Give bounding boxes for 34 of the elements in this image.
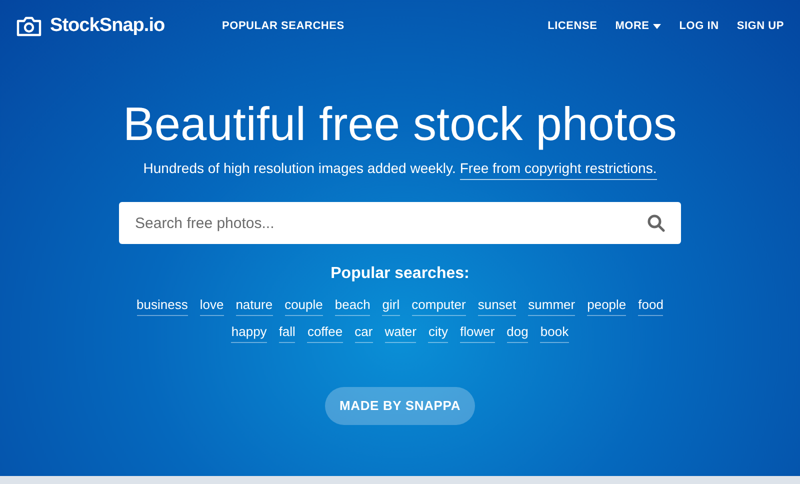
- search-tag[interactable]: coffee: [307, 323, 343, 343]
- nav-link[interactable]: LOG IN: [679, 18, 719, 34]
- search-tag[interactable]: water: [384, 323, 416, 343]
- search-tag[interactable]: computer: [412, 296, 466, 316]
- search-icon[interactable]: [647, 214, 665, 232]
- popular-searches-heading: Popular searches:: [330, 264, 470, 284]
- nav-link[interactable]: SIGN UP: [736, 18, 784, 34]
- search-tag[interactable]: car: [354, 323, 373, 343]
- caret-icon: [653, 24, 662, 28]
- search-tag[interactable]: nature: [236, 296, 273, 316]
- search-tag[interactable]: flower: [460, 323, 495, 343]
- nav-link[interactable]: MORE: [615, 18, 662, 34]
- camera-icon: [16, 15, 42, 37]
- search-tag[interactable]: couple: [284, 296, 323, 316]
- search-tag[interactable]: dog: [506, 323, 528, 343]
- search-tag[interactable]: love: [200, 296, 224, 316]
- search-tag[interactable]: food: [638, 296, 664, 316]
- search-tag[interactable]: fall: [278, 323, 296, 343]
- search-tag[interactable]: city: [428, 323, 448, 343]
- search-tag[interactable]: sunset: [478, 296, 516, 316]
- search-tag[interactable]: book: [540, 323, 569, 343]
- made-by-snappa-button[interactable]: MADE BY SNAPPA: [325, 387, 475, 425]
- search-tag[interactable]: people: [587, 296, 626, 316]
- hero-subtitle: Hundreds of high resolution images added weekly.: [143, 159, 456, 178]
- search-tag[interactable]: happy: [231, 323, 267, 343]
- search-tag[interactable]: business: [136, 296, 188, 316]
- search-tag[interactable]: summer: [528, 296, 576, 316]
- nav-link[interactable]: LICENSE: [548, 18, 598, 34]
- copyright-link[interactable]: Free from copyright restrictions.: [460, 158, 657, 180]
- nav-link[interactable]: POPULAR SEARCHES: [222, 18, 344, 34]
- search-tag[interactable]: girl: [382, 296, 400, 316]
- hero-title: Beautiful free stock photos: [123, 96, 677, 152]
- logo[interactable]: StockSnap.io: [50, 12, 165, 40]
- search-tag[interactable]: beach: [334, 296, 370, 316]
